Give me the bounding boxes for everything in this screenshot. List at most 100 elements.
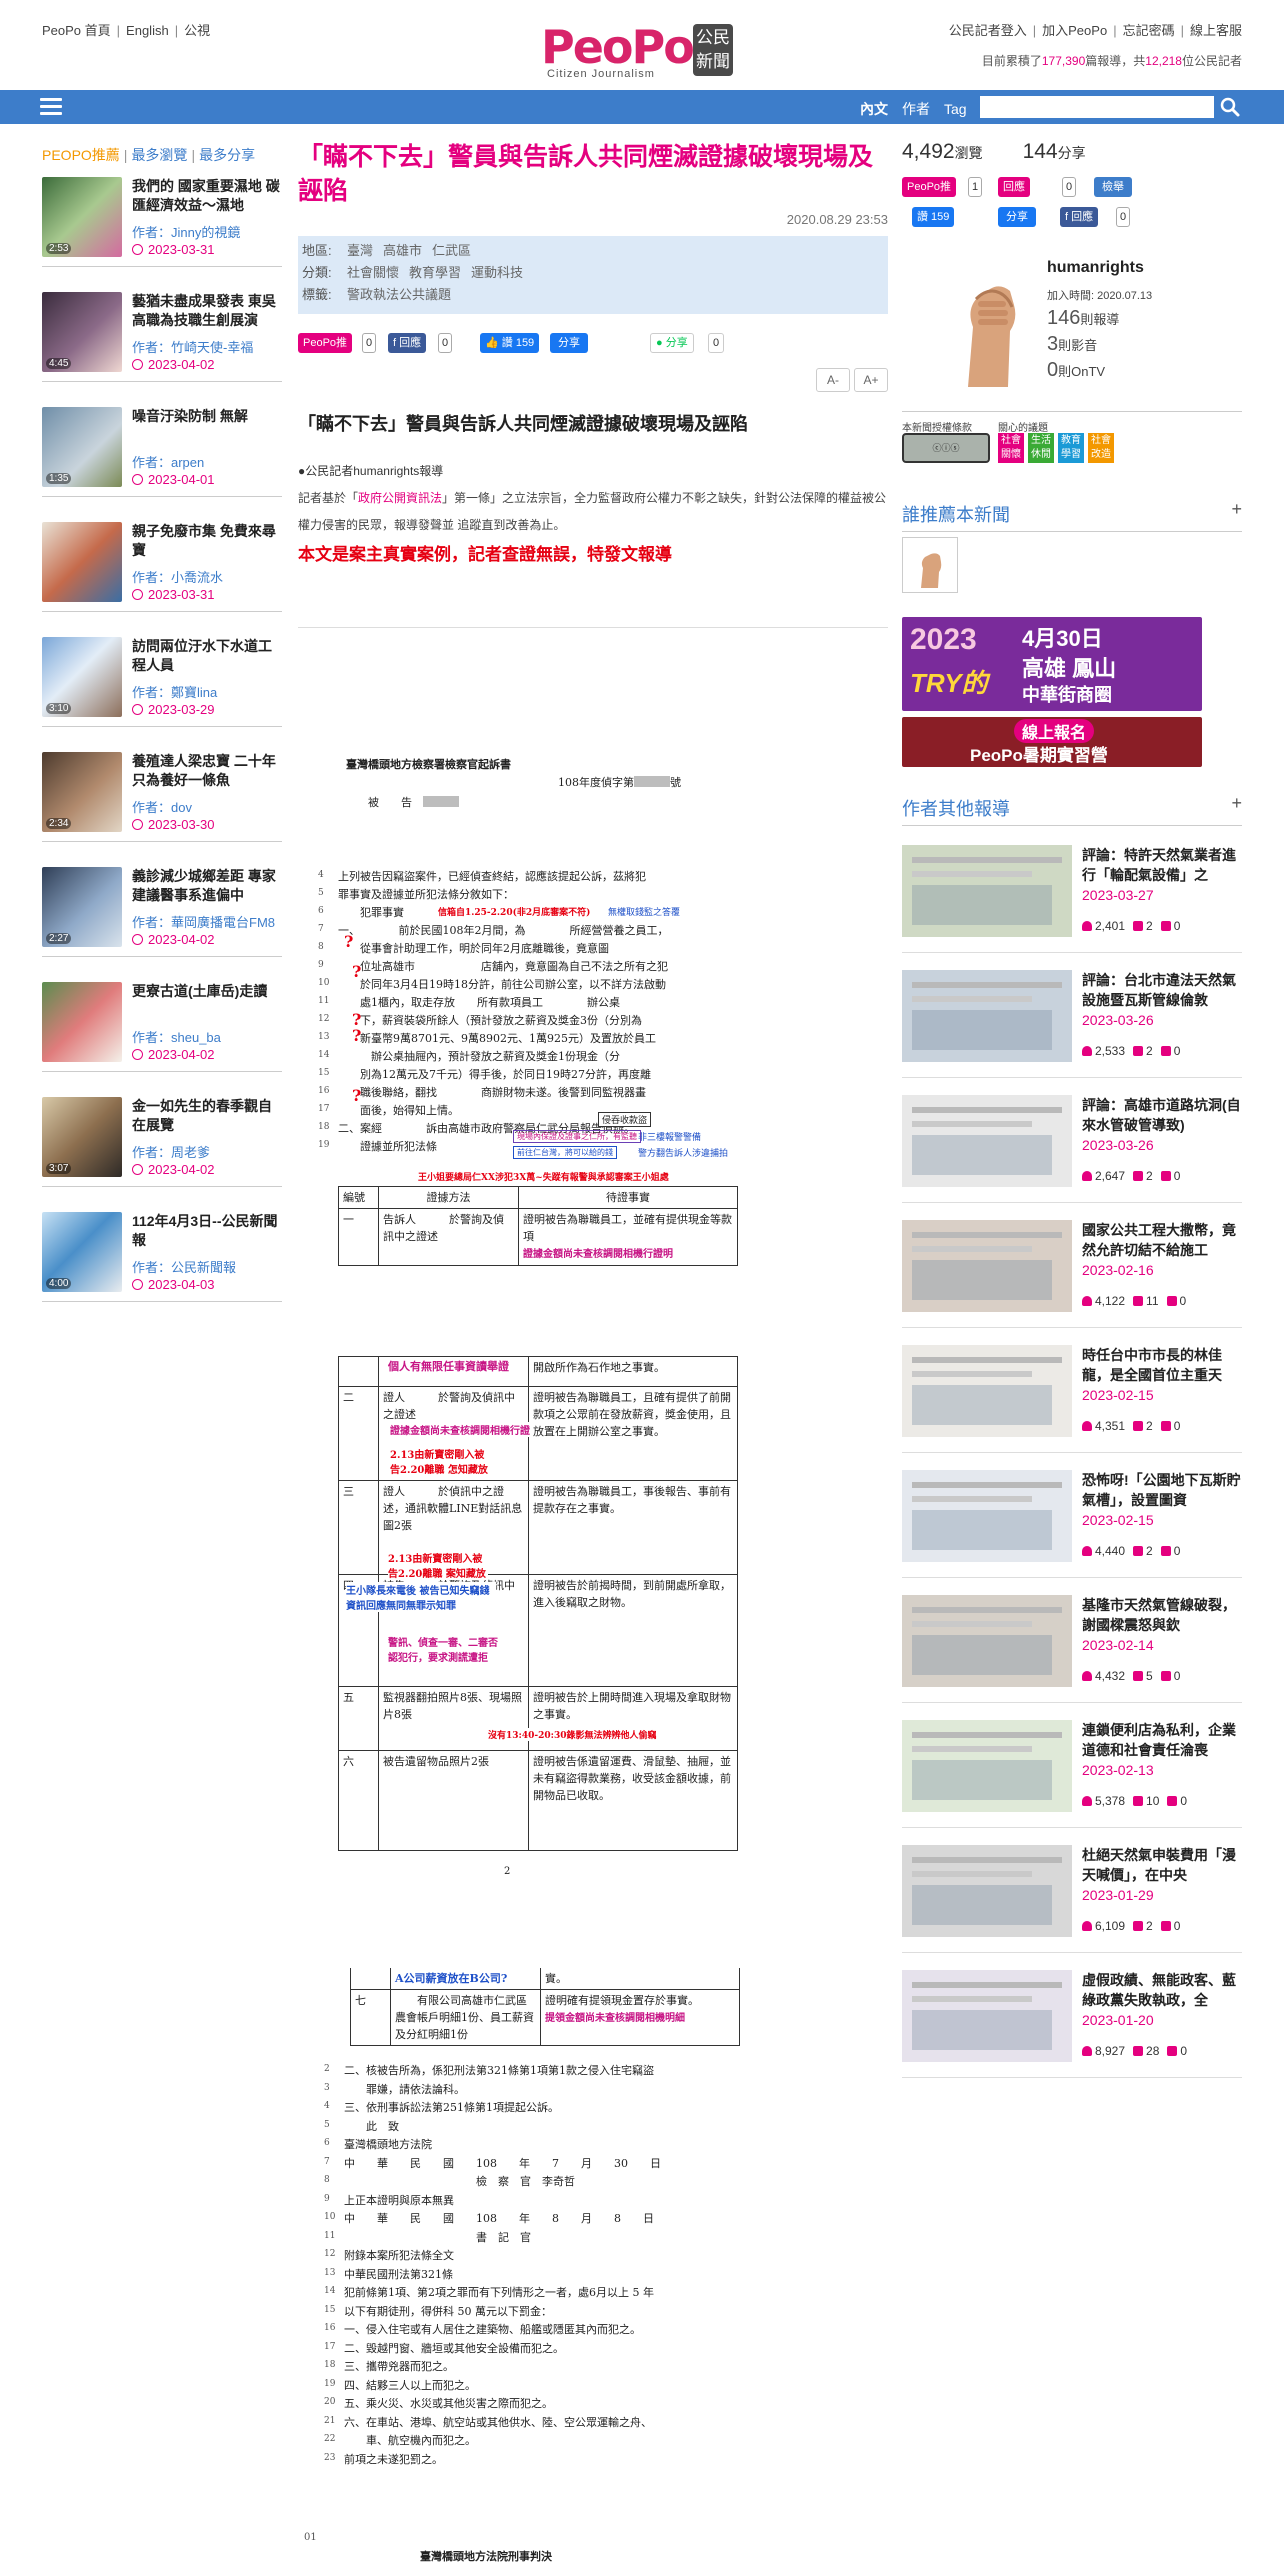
topic-badge[interactable]: 教育學習 <box>1058 433 1084 463</box>
item-author[interactable]: 作者：sheu_ba <box>132 1027 221 1046</box>
list-item[interactable]: 杜絕天然氣申裝費用「漫天喊價」，在中央 2023-01-29 6,109 2 0 <box>902 1835 1242 1953</box>
item-title[interactable]: 藝猶未盡成果發表 東吳高職為技職生創展演 <box>132 292 282 330</box>
item-title[interactable]: 時任台中市市長的林佳龍，是全國首位主重天 <box>1082 1345 1242 1385</box>
item-title[interactable]: 評論：台北市違法天然氣設施暨瓦斯管線倫敦 <box>1082 970 1242 1010</box>
fb-share-button[interactable]: 分享 <box>998 207 1036 227</box>
fb-like-button[interactable]: 讚 159 <box>912 207 955 227</box>
tag-link[interactable]: 警政執法公共議題 <box>347 287 451 302</box>
font-smaller-button[interactable]: A- <box>816 368 850 392</box>
menu-icon[interactable] <box>40 98 62 116</box>
home-link[interactable]: PeoPo 首頁 <box>42 23 111 38</box>
item-title[interactable]: 我們的 國家重要濕地 碳匯經濟效益～濕地 <box>132 177 282 215</box>
list-item[interactable]: 基隆市天然氣管線破裂，謝國樑震怒與欽 2023-02-14 4,432 5 0 <box>902 1585 1242 1703</box>
category-tag[interactable]: 社會關懷 <box>347 265 399 280</box>
report-button[interactable]: 檢舉 <box>1094 177 1132 197</box>
item-title[interactable]: 評論：特許天然氣業者進行「輪配氣設備」之 <box>1082 845 1242 885</box>
law-link[interactable]: 政府公開資訊法 <box>358 491 442 505</box>
topic-badge[interactable]: 社會改造 <box>1088 433 1114 463</box>
list-item[interactable]: 2:27 義診減少城鄉差距 專家建議醫事系進偏中 作者：華岡廣播電台FM8 2023-… <box>42 857 282 957</box>
item-author[interactable]: 作者：竹崎天使-幸福 <box>132 337 253 356</box>
item-title[interactable]: 養殖達人梁忠寶 二十年只為養好一條魚 <box>132 752 282 790</box>
thumbnail[interactable]: 2:27 <box>42 867 122 947</box>
fb-like-button[interactable]: 👍 讚 159 <box>480 333 540 353</box>
reply-button[interactable]: 回應 <box>998 177 1030 197</box>
thumbnail[interactable]: 2:34 <box>42 752 122 832</box>
peopo-push-button[interactable]: PeoPo推 <box>298 333 353 353</box>
item-title[interactable]: 虛假政績、無能政客、藍綠政黨失敗執政，全 <box>1082 1970 1242 2010</box>
list-item[interactable]: 3:07 金一如先生的春季觀自在展覽 作者：周老爹 2023-04-02 <box>42 1087 282 1187</box>
event-banner[interactable]: 2023 TRY的 4月30日 高雄 鳳山 中華街商圈 <box>902 617 1202 711</box>
item-author[interactable]: 作者：鄭寶lina <box>132 682 217 701</box>
tab-author[interactable]: 作者 <box>902 101 930 117</box>
list-item[interactable]: 4:00 112年4月3日--公民新聞報 作者：公民新聞報 2023-04-03 <box>42 1202 282 1302</box>
forgot-password-link[interactable]: 忘記密碼 <box>1123 23 1175 38</box>
item-title[interactable]: 親子免廢市集 免費來尋寶 <box>132 522 282 560</box>
list-item[interactable]: 虛假政績、無能政客、藍綠政黨失敗執政，全 2023-01-20 8,927 28 0 <box>902 1960 1242 2078</box>
fb-reply-button[interactable]: f 回應 <box>388 333 427 353</box>
thumbnail[interactable] <box>902 1595 1072 1687</box>
category-tag[interactable]: 教育學習 <box>409 265 461 280</box>
recommender-avatar[interactable] <box>902 537 958 593</box>
thumbnail[interactable] <box>902 1845 1072 1937</box>
category-tag[interactable]: 運動科技 <box>471 265 523 280</box>
thumbnail[interactable]: 1:35 <box>42 407 122 487</box>
item-author[interactable]: 作者：小喬流水 <box>132 567 223 586</box>
thumbnail[interactable] <box>902 1095 1072 1187</box>
thumbnail[interactable] <box>42 982 122 1062</box>
item-author[interactable]: 作者：公民新聞報 <box>132 1257 236 1276</box>
list-item[interactable]: 4:45 藝猶未盡成果發表 東吳高職為技職生創展演 作者：竹崎天使-幸福 2023-0… <box>42 282 282 382</box>
tab-content[interactable]: 內文 <box>860 101 888 117</box>
author-ontv[interactable]: 0則OnTV <box>1047 359 1105 382</box>
thumbnail[interactable] <box>902 1470 1072 1562</box>
list-item[interactable]: 2:53 我們的 國家重要濕地 碳匯經濟效益～濕地 作者：Jinny的視鏡 2023-… <box>42 167 282 267</box>
item-title[interactable]: 國家公共工程大撒幣，竟然允許切結不給施工 <box>1082 1220 1242 1260</box>
item-title[interactable]: 恐怖呀!「公園地下瓦斯貯氣槽」，設置圖資 <box>1082 1470 1242 1510</box>
join-link[interactable]: 加入PeoPo <box>1042 23 1107 38</box>
list-item[interactable]: 親子免廢市集 免費來尋寶 作者：小喬流水 2023-03-31 <box>42 512 282 612</box>
item-title[interactable]: 連鎖便利店為私利，企業道德和社會責任淪喪 <box>1082 1720 1242 1760</box>
item-title[interactable]: 金一如先生的春季觀自在展覽 <box>132 1097 282 1135</box>
internship-banner[interactable]: 線上報名 PeoPo暑期實習營 <box>902 717 1202 767</box>
tab-recommended[interactable]: PEOPO推薦 <box>42 147 120 163</box>
list-item[interactable]: 2:34 養殖達人梁忠寶 二十年只為養好一條魚 作者：dov 2023-03-30 <box>42 742 282 842</box>
item-title[interactable]: 訪問兩位汙水下水道工程人員 <box>132 637 282 675</box>
list-item[interactable]: 評論：台北市違法天然氣設施暨瓦斯管線倫敦 2023-03-26 2,533 2 0 <box>902 960 1242 1078</box>
support-link[interactable]: 線上客服 <box>1190 23 1242 38</box>
item-title[interactable]: 112年4月3日--公民新聞報 <box>132 1212 282 1250</box>
tab-tag[interactable]: Tag <box>944 101 967 117</box>
thumbnail[interactable] <box>902 845 1072 937</box>
thumbnail[interactable]: 3:07 <box>42 1097 122 1177</box>
list-item[interactable]: 更寮古道(土庫岳)走讀 作者：sheu_ba 2023-04-02 <box>42 972 282 1072</box>
thumbnail[interactable] <box>902 1720 1072 1812</box>
topic-badge[interactable]: 社會關懷 <box>998 433 1024 463</box>
list-item[interactable]: 1:35 噪音汙染防制 無解 作者：arpen 2023-04-01 <box>42 397 282 497</box>
list-item[interactable]: 評論：高雄市道路坑洞(自來水管破管導致) 2023-03-26 2,647 2 0 <box>902 1085 1242 1203</box>
cc-license-icon[interactable]: ⓒⓘⓢ <box>902 433 990 463</box>
login-link[interactable]: 公民記者登入 <box>949 23 1027 38</box>
thumbnail[interactable] <box>902 1345 1072 1437</box>
author-name[interactable]: humanrights <box>1047 259 1144 277</box>
thumbnail[interactable]: 4:00 <box>42 1212 122 1292</box>
search-input[interactable] <box>980 96 1214 118</box>
fb-reply-button[interactable]: f 回應 <box>1060 207 1099 227</box>
region-tag[interactable]: 高雄市 <box>383 243 422 258</box>
line-share-button[interactable]: ● 分享 <box>650 333 694 353</box>
font-larger-button[interactable]: A+ <box>854 368 888 392</box>
peopo-push-button[interactable]: PeoPo推 <box>902 177 957 197</box>
author-videos[interactable]: 3則影音 <box>1047 333 1097 356</box>
list-item[interactable]: 評論：特許天然氣業者進行「輪配氣設備」之 2023-03-27 2,401 2 0 <box>902 835 1242 953</box>
item-title[interactable]: 基隆市天然氣管線破裂，謝國樑震怒與欽 <box>1082 1595 1242 1635</box>
pts-link[interactable]: 公視 <box>184 23 210 38</box>
item-author[interactable]: 作者：arpen <box>132 452 204 471</box>
region-tag[interactable]: 臺灣 <box>347 243 373 258</box>
item-author[interactable]: 作者：周老爹 <box>132 1142 210 1161</box>
list-item[interactable]: 國家公共工程大撒幣，竟然允許切結不給施工 2023-02-16 4,122 11 0 <box>902 1210 1242 1328</box>
thumbnail[interactable]: 4:45 <box>42 292 122 372</box>
thumbnail[interactable]: 2:53 <box>42 177 122 257</box>
author-avatar[interactable] <box>928 257 1048 387</box>
item-title[interactable]: 更寮古道(土庫岳)走讀 <box>132 982 282 1020</box>
list-item[interactable]: 3:10 訪問兩位汙水下水道工程人員 作者：鄭寶lina 2023-03-29 <box>42 627 282 727</box>
fb-share-button[interactable]: 分享 <box>550 333 588 353</box>
item-title[interactable]: 杜絕天然氣申裝費用「漫天喊價」，在中央 <box>1082 1845 1242 1885</box>
thumbnail[interactable] <box>42 522 122 602</box>
